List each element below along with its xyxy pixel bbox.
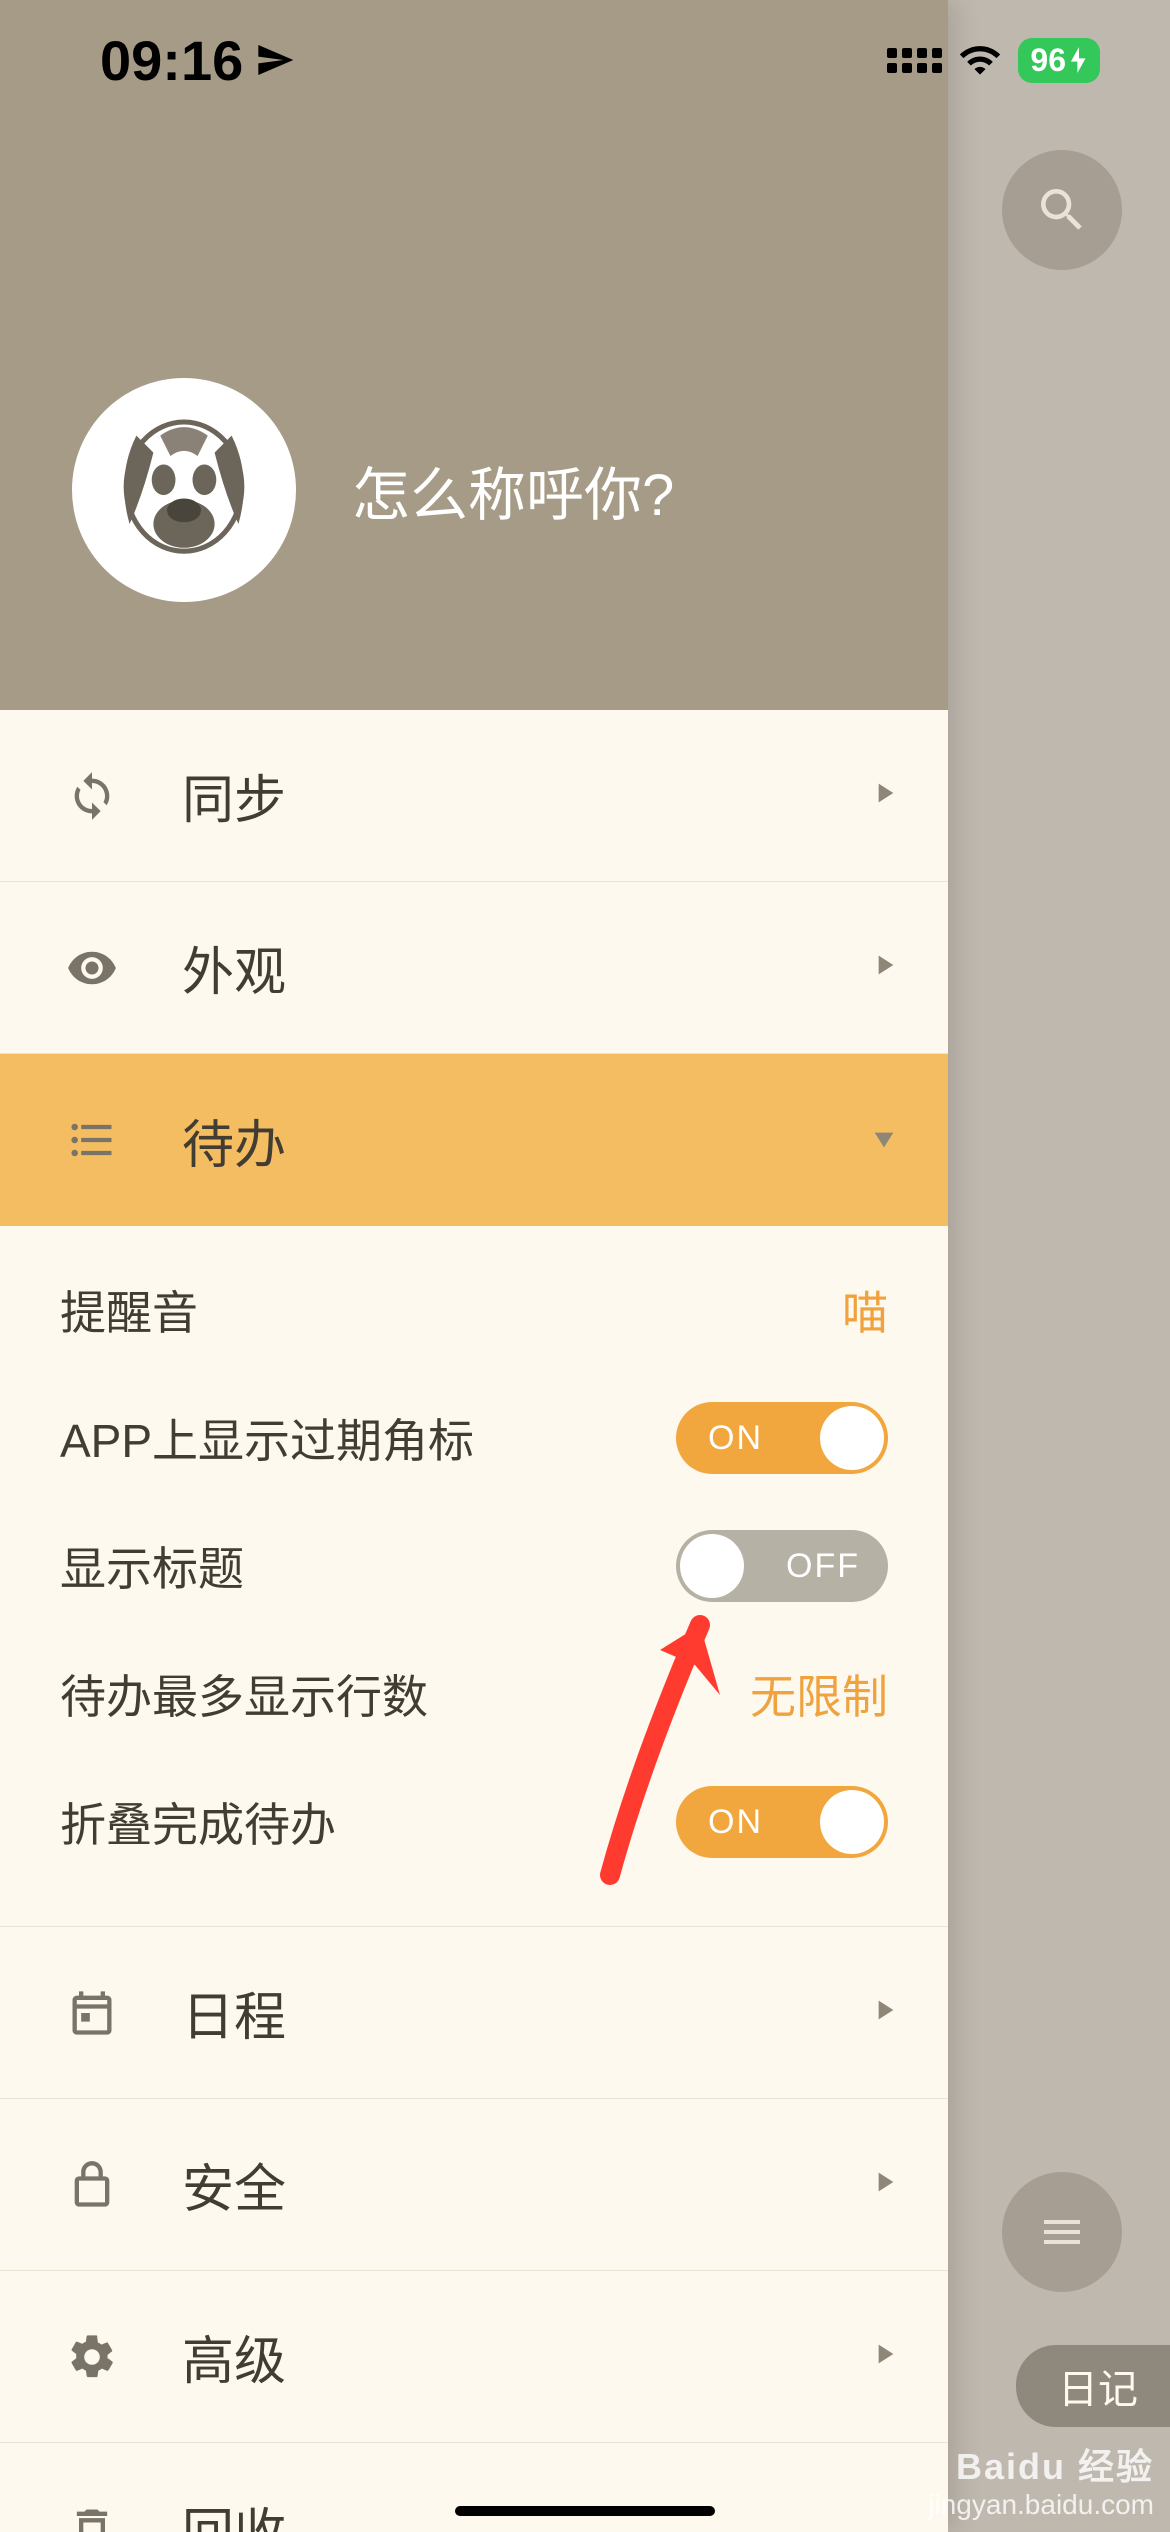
toggle-overdue-badge[interactable]: ON bbox=[676, 1402, 888, 1474]
menu-label: 外观 bbox=[182, 930, 868, 1005]
watermark-url: jingyan.baidu.com bbox=[928, 2488, 1154, 2522]
home-indicator bbox=[455, 2506, 715, 2516]
status-right: 96 bbox=[887, 38, 1100, 83]
menu-label: 高级 bbox=[182, 2319, 868, 2394]
trash-icon bbox=[52, 2503, 132, 2532]
setting-reminder-sound[interactable]: 提醒音 喵 bbox=[60, 1246, 888, 1374]
toggle-collapse-done[interactable]: ON bbox=[676, 1786, 888, 1858]
wifi-icon bbox=[958, 38, 1002, 82]
menu-icon bbox=[1038, 2208, 1086, 2256]
battery-percent: 96 bbox=[1030, 42, 1066, 79]
chevron-down-icon bbox=[868, 1118, 900, 1163]
status-left: 09:16 bbox=[100, 28, 295, 93]
setting-show-title: 显示标题 OFF bbox=[60, 1502, 888, 1630]
eye-icon bbox=[52, 942, 132, 994]
menu-item-security[interactable]: 安全 bbox=[0, 2099, 948, 2271]
setting-label: 待办最多显示行数 bbox=[60, 1661, 428, 1727]
chevron-right-icon bbox=[868, 2334, 900, 2379]
list-icon bbox=[52, 1114, 132, 1166]
main-underlay: 日记 bbox=[930, 0, 1170, 2532]
switch-knob bbox=[680, 1534, 744, 1598]
setting-label: 显示标题 bbox=[60, 1533, 244, 1599]
settings-drawer: 怎么称呼你? 同步 外观 待办 提醒音 喵 APP上显示过期角标 bbox=[0, 0, 948, 2532]
menu-item-recycle[interactable]: 回收 bbox=[0, 2443, 948, 2532]
menu-item-advanced[interactable]: 高级 bbox=[0, 2271, 948, 2443]
avatar[interactable] bbox=[72, 378, 296, 602]
menu-item-sync[interactable]: 同步 bbox=[0, 710, 948, 882]
menu-label: 安全 bbox=[182, 2147, 868, 2222]
diary-chip[interactable]: 日记 bbox=[1016, 2345, 1170, 2427]
greeting-text[interactable]: 怎么称呼你? bbox=[352, 448, 674, 532]
setting-value: 无限制 bbox=[750, 1661, 888, 1727]
dog-avatar-icon bbox=[99, 405, 269, 575]
menu-label: 待办 bbox=[182, 1103, 868, 1178]
setting-label: 提醒音 bbox=[60, 1277, 198, 1343]
hamburger-button[interactable] bbox=[1002, 2172, 1122, 2292]
chevron-right-icon bbox=[868, 1990, 900, 2035]
setting-label: APP上显示过期角标 bbox=[60, 1405, 474, 1471]
menu-item-appearance[interactable]: 外观 bbox=[0, 882, 948, 1054]
watermark-brand: Baidu 经验 bbox=[928, 2445, 1154, 2488]
charging-icon bbox=[1070, 47, 1088, 73]
menu-list: 同步 外观 待办 提醒音 喵 APP上显示过期角标 ON bbox=[0, 710, 948, 2532]
gear-icon bbox=[52, 2331, 132, 2383]
watermark: Baidu 经验 jingyan.baidu.com bbox=[928, 2445, 1154, 2522]
switch-off-label: OFF bbox=[786, 1530, 860, 1602]
cellular-icon bbox=[887, 48, 942, 73]
menu-item-schedule[interactable]: 日程 bbox=[0, 1927, 948, 2099]
setting-overdue-badge: APP上显示过期角标 ON bbox=[60, 1374, 888, 1502]
lock-icon bbox=[52, 2159, 132, 2211]
sync-icon bbox=[52, 770, 132, 822]
battery-indicator: 96 bbox=[1018, 38, 1100, 83]
search-icon bbox=[1034, 182, 1090, 238]
switch-knob bbox=[820, 1406, 884, 1470]
menu-label: 同步 bbox=[182, 758, 868, 833]
status-time: 09:16 bbox=[100, 28, 243, 93]
calendar-icon bbox=[52, 1987, 132, 2039]
setting-collapse-done: 折叠完成待办 ON bbox=[60, 1758, 888, 1886]
setting-max-lines[interactable]: 待办最多显示行数 无限制 bbox=[60, 1630, 888, 1758]
setting-value: 喵 bbox=[842, 1277, 888, 1343]
location-icon bbox=[255, 40, 295, 80]
menu-label: 日程 bbox=[182, 1975, 868, 2050]
menu-item-todo[interactable]: 待办 bbox=[0, 1054, 948, 1226]
toggle-show-title[interactable]: OFF bbox=[676, 1530, 888, 1602]
todo-settings-panel: 提醒音 喵 APP上显示过期角标 ON 显示标题 OFF 待办最多显示行数 无限 bbox=[0, 1226, 948, 1927]
status-bar: 09:16 96 bbox=[0, 0, 1170, 120]
chevron-right-icon bbox=[868, 945, 900, 990]
switch-on-label: ON bbox=[708, 1402, 763, 1474]
chevron-right-icon bbox=[868, 2162, 900, 2207]
switch-knob bbox=[820, 1790, 884, 1854]
chevron-right-icon bbox=[868, 773, 900, 818]
setting-label: 折叠完成待办 bbox=[60, 1789, 336, 1855]
search-button[interactable] bbox=[1002, 150, 1122, 270]
switch-on-label: ON bbox=[708, 1786, 763, 1858]
